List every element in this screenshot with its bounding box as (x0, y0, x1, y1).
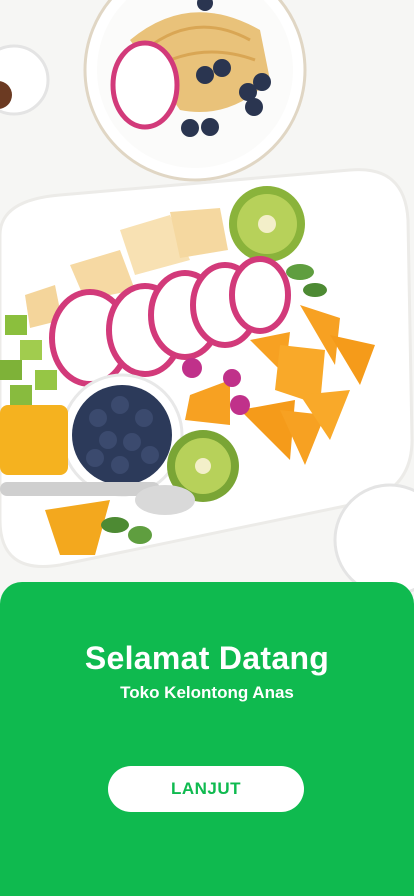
store-name: Toko Kelontong Anas (120, 683, 294, 702)
welcome-title: Selamat Datang (84, 640, 330, 676)
crepe-plate (83, 0, 307, 182)
hero-image (0, 0, 414, 600)
fruit-platter-illustration (0, 0, 414, 597)
welcome-panel (0, 582, 414, 896)
continue-button[interactable]: LANJUT (108, 766, 304, 812)
